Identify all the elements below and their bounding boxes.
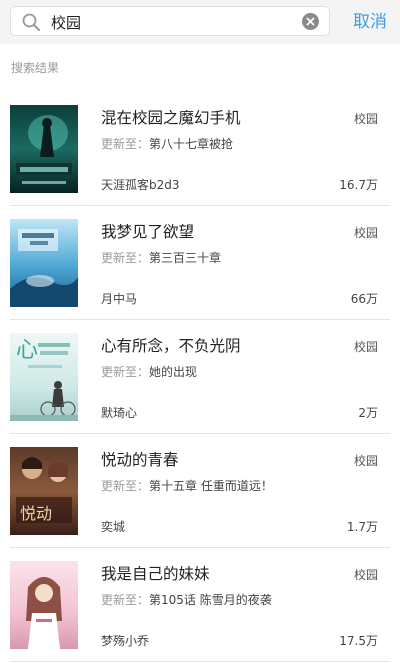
- update-prefix: 更新至：: [101, 137, 150, 151]
- book-title: 心有所念，不负光阴: [101, 337, 241, 355]
- book-title: 我是自己的妹妹: [101, 565, 210, 583]
- book-tag: 校园: [353, 454, 378, 468]
- update-prefix: 更新至：: [101, 479, 150, 493]
- divider: [10, 661, 390, 662]
- book-cover: 心: [10, 333, 78, 421]
- book-cover: 悦动: [10, 447, 78, 535]
- svg-text:心: 心: [16, 338, 38, 363]
- list-item[interactable]: 我是自己的妹妹 校园 更新至：第105话 陈雪月的夜袭 梦殇小乔 17.5万: [0, 548, 400, 662]
- clear-icon[interactable]: [302, 13, 319, 30]
- book-tag: 校园: [353, 226, 378, 240]
- book-author: 月中马: [101, 292, 138, 306]
- book-tag: 校园: [353, 568, 378, 582]
- update-prefix: 更新至：: [101, 251, 150, 265]
- results-list: 混在校园之魔幻手机 校园 更新至：第八十七章被抢 天涯孤客b2d3 16.7万: [0, 92, 400, 662]
- book-title: 混在校园之魔幻手机: [101, 109, 241, 127]
- word-count: 17.5万: [339, 634, 378, 648]
- latest-chapter: 她的出现: [149, 365, 198, 379]
- search-icon: [21, 12, 41, 32]
- update-prefix: 更新至：: [101, 593, 150, 607]
- book-title: 我梦见了欲望: [101, 223, 195, 241]
- book-author: 奕城: [101, 520, 126, 534]
- word-count: 1.7万: [346, 520, 378, 534]
- latest-chapter: 第105话 陈雪月的夜袭: [149, 593, 272, 607]
- update-prefix: 更新至：: [101, 365, 150, 379]
- book-author: 天涯孤客b2d3: [101, 178, 180, 192]
- book-cover: [10, 219, 78, 307]
- list-item[interactable]: 我梦见了欲望 校园 更新至：第三百三十章 月中马 66万: [0, 206, 400, 320]
- book-cover: [10, 561, 78, 649]
- book-update: 更新至：第八十七章被抢: [101, 135, 233, 152]
- book-title: 悦动的青春: [101, 451, 179, 469]
- svg-text:悦动: 悦动: [20, 504, 52, 523]
- list-item[interactable]: 悦动 悦动的青春 校园 更新至：第十五章 任重而道远！ 奕城 1.7万: [0, 434, 400, 548]
- latest-chapter: 第十五章 任重而道远！: [149, 479, 273, 493]
- latest-chapter: 第八十七章被抢: [149, 137, 234, 151]
- book-update: 更新至：第十五章 任重而道远！: [101, 477, 273, 494]
- list-item[interactable]: 心 心有所念，不负光阴 校园 更新至：她的出现 默琦心 2万: [0, 320, 400, 434]
- book-author: 梦殇小乔: [101, 634, 150, 648]
- book-author: 默琦心: [101, 406, 138, 420]
- search-input[interactable]: [51, 10, 301, 34]
- book-tag: 校园: [353, 340, 378, 354]
- list-item[interactable]: 混在校园之魔幻手机 校园 更新至：第八十七章被抢 天涯孤客b2d3 16.7万: [0, 92, 400, 206]
- word-count: 2万: [358, 406, 378, 420]
- latest-chapter: 第三百三十章: [149, 251, 222, 265]
- word-count: 16.7万: [339, 178, 378, 192]
- book-update: 更新至：第三百三十章: [101, 249, 221, 266]
- cancel-button[interactable]: 取消: [346, 9, 394, 35]
- search-bar: 取消: [0, 0, 400, 44]
- search-box[interactable]: [10, 6, 330, 36]
- book-cover: [10, 105, 78, 193]
- book-update: 更新至：第105话 陈雪月的夜袭: [101, 591, 272, 608]
- word-count: 66万: [350, 292, 378, 306]
- book-update: 更新至：她的出现: [101, 363, 197, 380]
- book-tag: 校园: [353, 112, 378, 126]
- section-label: 搜索结果: [11, 61, 60, 75]
